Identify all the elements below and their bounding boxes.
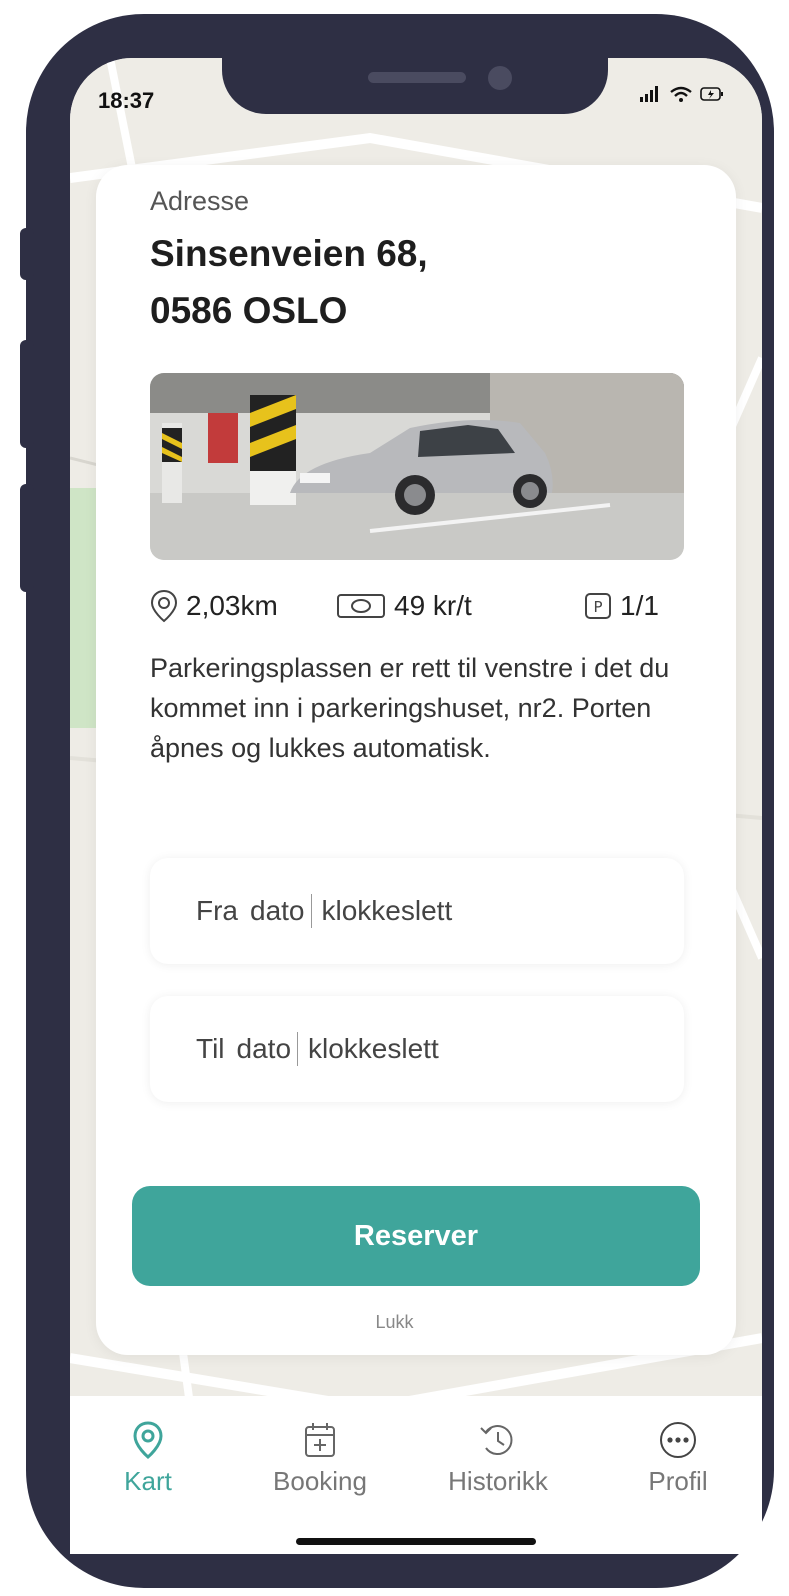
tab-profil[interactable]: Profil — [608, 1420, 748, 1497]
banknote-icon — [337, 594, 385, 618]
tab-kart-label: Kart — [124, 1466, 172, 1496]
status-icons — [640, 86, 724, 102]
spots-value: 1/1 — [620, 590, 659, 621]
calendar-add-icon — [305, 1423, 335, 1457]
notch — [222, 58, 608, 114]
address-title: Sinsenveien 68, 0586 OSLO — [150, 225, 670, 339]
tab-kart[interactable]: Kart — [78, 1420, 218, 1497]
from-time[interactable]: klokkeslett — [322, 895, 453, 927]
svg-text:P: P — [593, 598, 602, 616]
parking-description: Parkeringsplassen er rett til venstre i … — [150, 653, 670, 763]
spots-info: P 1/1 — [584, 588, 659, 624]
more-icon — [660, 1422, 696, 1458]
tab-historikk-label: Historikk — [448, 1466, 548, 1496]
battery-icon — [700, 87, 723, 101]
parking-sign-icon: P — [585, 593, 611, 619]
hazard-stripes-left — [162, 428, 182, 462]
signal-icon — [640, 86, 658, 102]
wifi-icon — [670, 86, 692, 102]
to-date[interactable]: dato — [237, 1033, 292, 1065]
from-divider — [310, 894, 312, 928]
from-prefix: Fra — [196, 895, 238, 926]
parking-photo — [150, 373, 684, 560]
volume-down-button — [20, 484, 34, 592]
close-link[interactable]: Lukk — [0, 1312, 789, 1333]
price-value: 49 kr/t — [394, 590, 472, 621]
speaker — [368, 72, 466, 83]
price-info: 49 kr/t — [336, 588, 472, 624]
from-datetime-field[interactable]: Fra dato klokkeslett — [150, 858, 684, 964]
to-datetime-field[interactable]: Til dato klokkeslett — [150, 996, 684, 1102]
to-divider — [297, 1032, 299, 1066]
tab-booking-label: Booking — [273, 1466, 367, 1496]
map-pin-icon — [133, 1421, 163, 1459]
distance-info: 2,03km — [150, 588, 278, 624]
distance-value: 2,03km — [186, 590, 278, 621]
reserve-button[interactable]: Reserver — [132, 1186, 700, 1286]
front-camera — [488, 66, 512, 90]
status-time: 18:37 — [98, 88, 155, 113]
location-pin-icon — [150, 589, 178, 623]
tab-profil-label: Profil — [648, 1466, 708, 1496]
to-prefix: Til — [196, 1033, 225, 1064]
volume-up-button — [20, 340, 34, 448]
address-line-1: Sinsenveien 68, — [150, 233, 428, 274]
address-line-2: 0586 OSLO — [150, 290, 348, 331]
mute-switch — [20, 228, 34, 280]
history-icon — [480, 1425, 513, 1455]
home-indicator[interactable] — [296, 1538, 536, 1545]
address-label: Adresse — [150, 186, 250, 216]
from-date[interactable]: dato — [250, 895, 305, 927]
tab-historikk[interactable]: Historikk — [428, 1420, 568, 1497]
hazard-stripes-pillar — [250, 395, 296, 471]
to-time[interactable]: klokkeslett — [308, 1033, 439, 1065]
tab-booking[interactable]: Booking — [250, 1420, 390, 1497]
